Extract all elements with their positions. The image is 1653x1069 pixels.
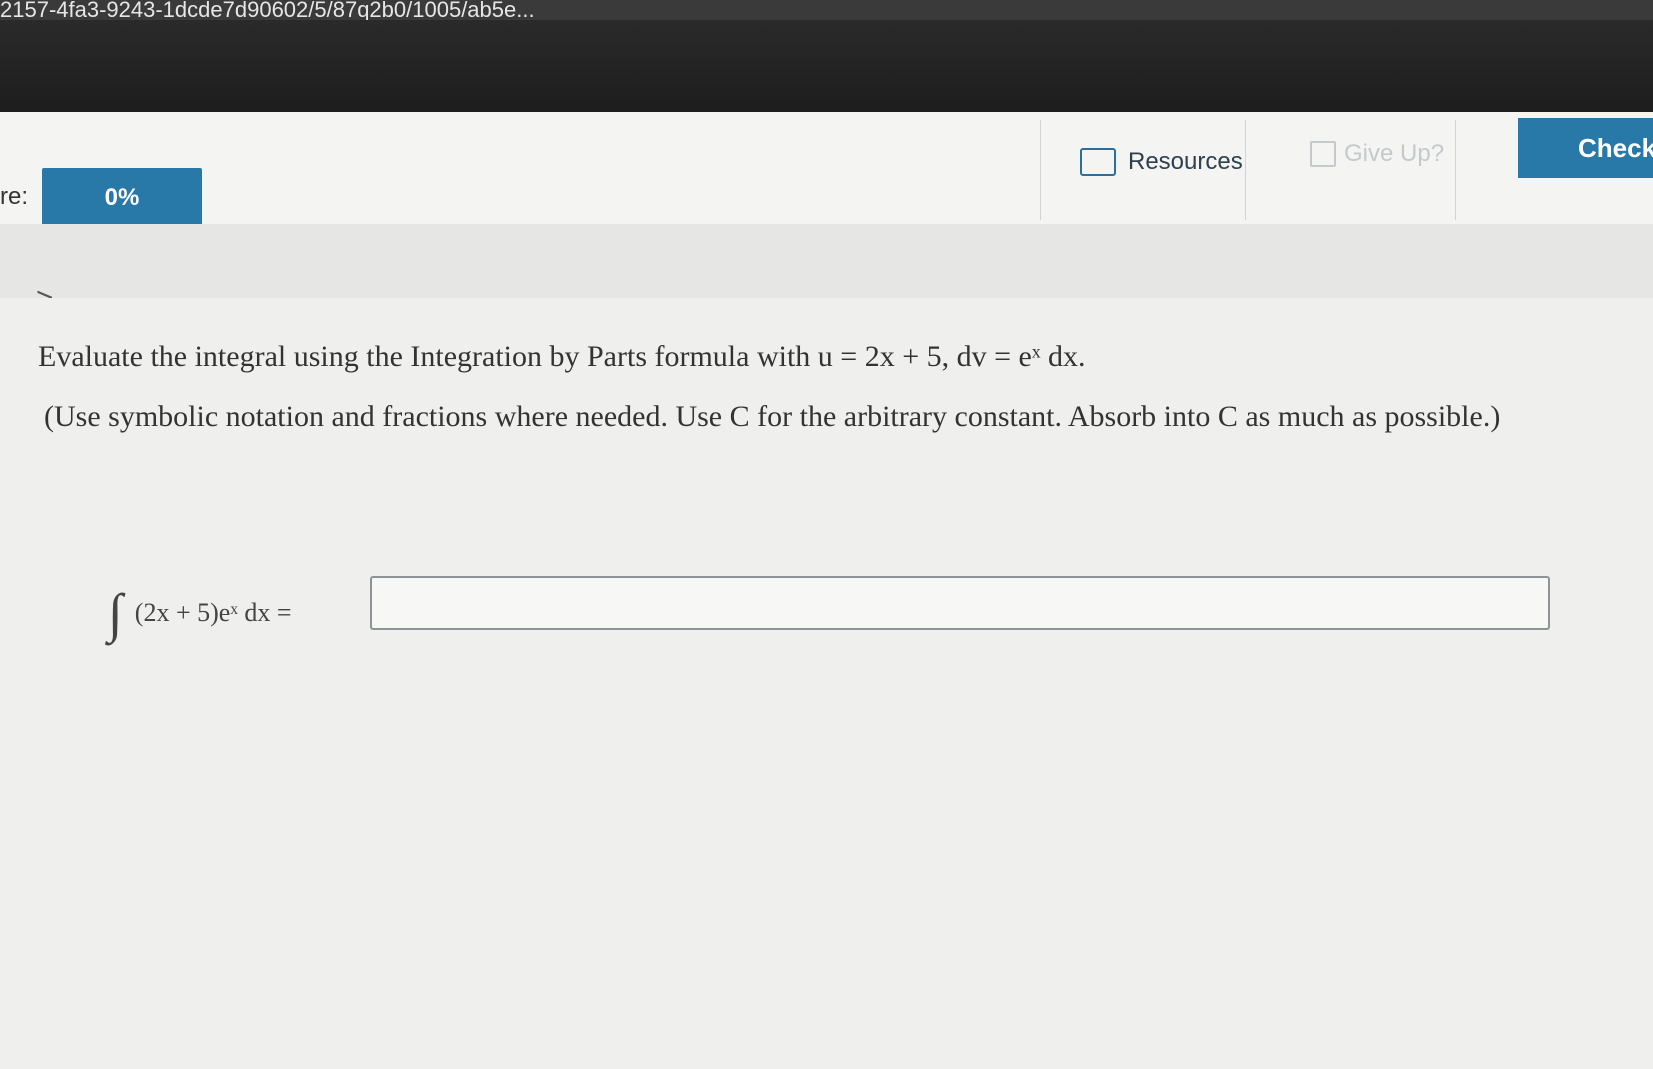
give-up-button[interactable]: Give Up? [1310, 140, 1444, 168]
score-badge: 0% [42, 168, 202, 228]
question-note: (Use symbolic notation and fractions whe… [44, 400, 1501, 433]
question-nav-strip [0, 224, 1653, 298]
integrand-text: (2x + 5)eˣ dx = [134, 598, 292, 627]
url-text: 2157-4fa3-9243-1dcde7d90602/5/87q2b0/100… [0, 0, 535, 20]
toolbar-divider [1455, 120, 1456, 220]
url-bar[interactable]: 2157-4fa3-9243-1dcde7d90602/5/87q2b0/100… [0, 0, 1653, 20]
answer-input[interactable] [370, 576, 1550, 630]
check-label: Check [1578, 132, 1653, 163]
integral-expression: ∫ (2x + 5)eˣ dx = [108, 582, 292, 644]
assignment-toolbar [0, 112, 1653, 225]
toolbar-divider [1245, 120, 1246, 220]
toolbar-divider [1040, 120, 1041, 220]
give-up-label: Give Up? [1344, 140, 1445, 167]
folder-icon [1080, 148, 1116, 176]
check-answer-button[interactable]: Check [1518, 118, 1653, 178]
score-value: 0% [104, 184, 140, 211]
question-instruction: Evaluate the integral using the Integrat… [38, 340, 1086, 373]
give-up-icon [1310, 141, 1336, 167]
score-label: re: [0, 183, 29, 210]
resources-label: Resources [1128, 148, 1243, 175]
resources-button[interactable]: Resources [1080, 148, 1243, 176]
integral-sign: ∫ [108, 583, 123, 643]
